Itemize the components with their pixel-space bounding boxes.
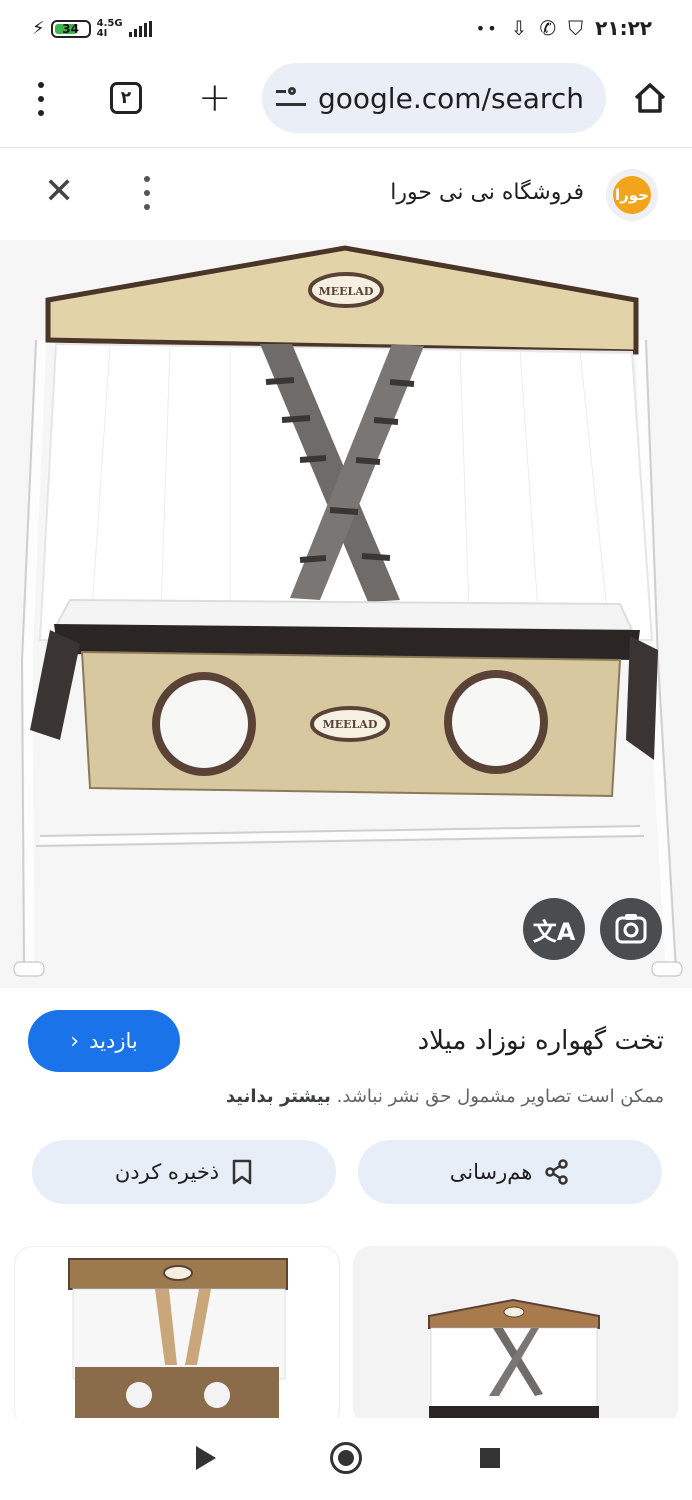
home-button-icon[interactable] <box>330 1442 362 1474</box>
related-image-card[interactable] <box>353 1246 678 1426</box>
recent-apps-icon[interactable] <box>480 1448 500 1468</box>
site-settings-icon[interactable] <box>276 86 306 110</box>
status-right: •• ⇩ ✆ ⛉ ۲۱:۲۲ <box>476 16 652 40</box>
shield-icon: ⛉ <box>568 16 584 40</box>
save-button[interactable]: ذخیره کردن <box>32 1140 336 1204</box>
download-icon: ⇩ <box>510 16 528 40</box>
divider <box>0 147 692 148</box>
more-options-icon[interactable] <box>140 176 154 210</box>
status-left: ⚡ 34 4.5G 4I <box>32 18 152 39</box>
product-image[interactable]: MEELAD MEELAD <box>0 240 692 988</box>
site-name[interactable]: فروشگاه نی نی حورا <box>390 180 584 205</box>
brand-label-top: MEELAD <box>319 285 374 298</box>
system-nav-bar <box>0 1418 692 1500</box>
brand-label-body: MEELAD <box>323 718 378 731</box>
close-icon[interactable]: ✕ <box>44 172 74 212</box>
browser-menu-icon[interactable] <box>28 82 54 116</box>
translate-icon[interactable]: 文A <box>523 898 585 960</box>
result-title: تخت گهواره نوزاد میلاد <box>417 1026 664 1056</box>
battery-icon: 34 <box>50 19 91 38</box>
address-bar[interactable]: google.com/search <box>262 63 606 133</box>
new-tab-icon[interactable]: + <box>198 78 232 118</box>
visit-button[interactable]: بازدید ‹ <box>28 1010 180 1072</box>
network-label: 4.5G 4I <box>96 17 123 39</box>
more-notifications-icon: •• <box>475 18 499 38</box>
chevron-icon: ‹ <box>70 1028 80 1054</box>
browser-toolbar: ۲ + google.com/search <box>0 60 692 138</box>
url-text[interactable]: google.com/search <box>318 82 584 115</box>
signal-icon <box>128 20 152 37</box>
bookmark-icon <box>232 1159 252 1185</box>
charging-icon: ⚡ <box>32 18 45 39</box>
cradle-illustration: MEELAD MEELAD <box>13 245 683 977</box>
back-icon[interactable] <box>196 1446 216 1470</box>
tab-switcher-button[interactable]: ۲ <box>110 82 142 114</box>
home-icon[interactable] <box>630 78 670 118</box>
battery-level: 34 <box>62 21 79 36</box>
clock: ۲۱:۲۲ <box>595 16 652 40</box>
whatsapp-icon: ✆ <box>539 16 557 40</box>
share-button[interactable]: هم‌رسانی <box>358 1140 662 1204</box>
site-favicon: حورا <box>606 169 658 221</box>
result-source-bar: ✕ فروشگاه نی نی حورا حورا <box>0 150 692 240</box>
share-icon <box>545 1159 569 1185</box>
related-image-card[interactable] <box>14 1246 340 1428</box>
learn-more-link[interactable]: بیشتر بدانید <box>226 1086 331 1107</box>
lens-icon[interactable] <box>600 898 662 960</box>
copyright-notice: ممکن است تصاویر مشمول حق نشر نباشد. بیشت… <box>225 1086 664 1107</box>
status-bar: ⚡ 34 4.5G 4I •• ⇩ ✆ ⛉ ۲۱:۲۲ <box>0 0 692 60</box>
